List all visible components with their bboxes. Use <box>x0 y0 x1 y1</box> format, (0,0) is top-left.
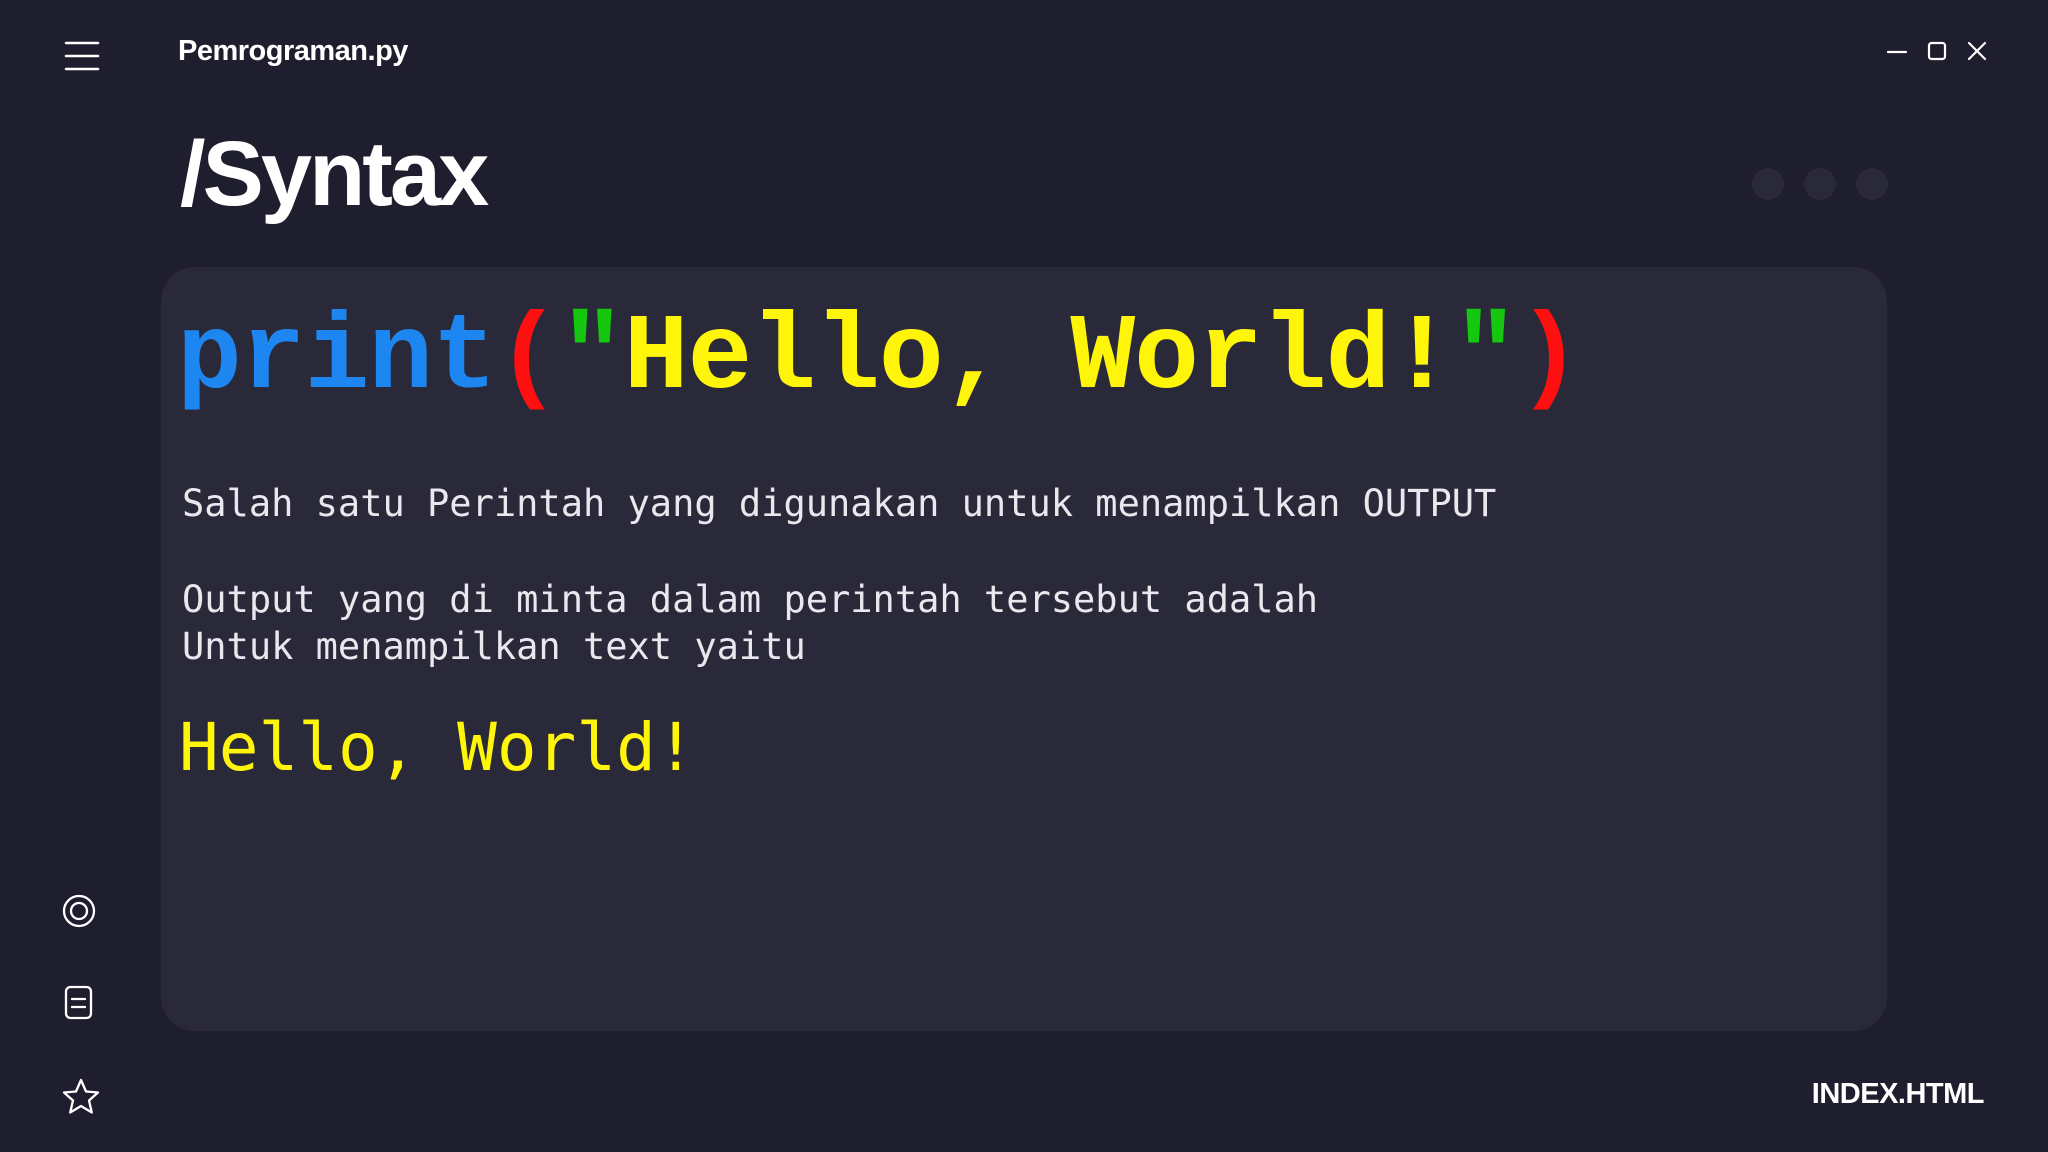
page-title: /Syntax <box>180 123 489 225</box>
dot <box>1804 168 1836 200</box>
target-icon[interactable] <box>60 890 102 932</box>
window-controls <box>1886 40 1988 62</box>
app-title: Pemrograman.py <box>178 35 408 67</box>
code-example: print("Hello, World!") <box>177 305 1582 413</box>
star-icon[interactable] <box>60 1076 102 1118</box>
hamburger-menu-icon[interactable] <box>62 39 102 73</box>
index-html-link[interactable]: INDEX.HTML <box>1812 1078 1985 1111</box>
description-line-2: Output yang di minta dalam perintah ters… <box>182 578 1319 621</box>
close-icon[interactable] <box>1966 40 1988 62</box>
document-icon[interactable] <box>60 982 102 1024</box>
description-line-3: Untuk menampilkan text yaitu <box>182 625 806 668</box>
minimize-icon[interactable] <box>1886 40 1908 62</box>
pagination-dots <box>1752 168 1888 200</box>
code-function: print <box>177 298 497 420</box>
code-close-paren: ) <box>1517 298 1582 420</box>
dot <box>1752 168 1784 200</box>
code-open-paren: ( <box>496 298 561 420</box>
code-string: Hello, World! <box>623 298 1455 420</box>
description-line-1: Salah satu Perintah yang digunakan untuk… <box>182 482 1497 525</box>
dot <box>1856 168 1888 200</box>
content-card: print("Hello, World!") Salah satu Perint… <box>161 267 1887 1031</box>
code-open-quote: " <box>559 298 625 420</box>
output-text: Hello, World! <box>179 709 696 786</box>
maximize-icon[interactable] <box>1926 40 1948 62</box>
code-close-quote: " <box>1453 298 1518 420</box>
